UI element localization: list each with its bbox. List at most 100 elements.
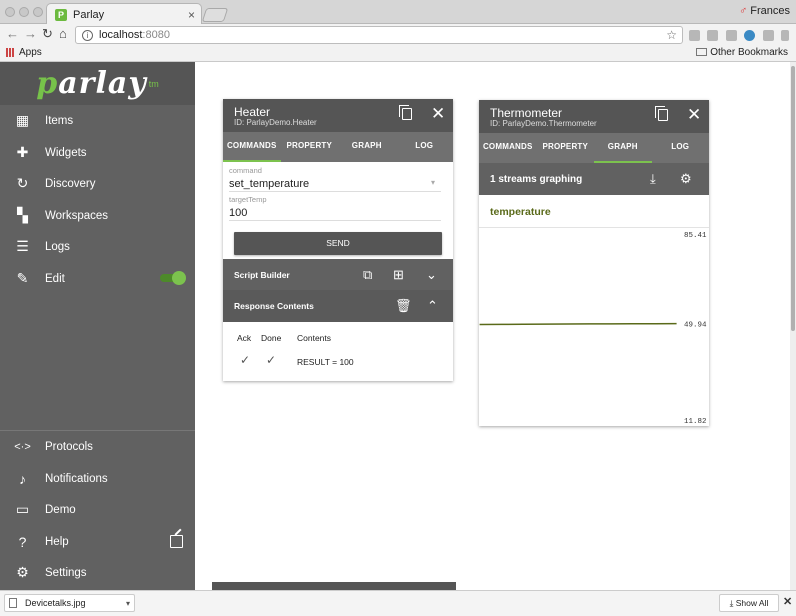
- target-temp-label: targetTemp: [229, 195, 267, 204]
- code-arrows-icon: <·>: [14, 440, 31, 453]
- sidebar-item-workspaces[interactable]: ▚ Workspaces: [0, 200, 195, 231]
- tab-commands[interactable]: COMMANDS: [223, 132, 281, 162]
- trash-icon[interactable]: 🗑: [395, 298, 412, 314]
- thermometer-id: ID: ParlayDemo.Thermometer: [490, 119, 597, 128]
- tab-close-icon[interactable]: ×: [188, 8, 195, 22]
- reload-icon[interactable]: ↻: [42, 26, 53, 42]
- command-value: set_temperature: [229, 178, 310, 190]
- toggle-knob: [172, 271, 186, 285]
- close-icon[interactable]: ✕: [431, 104, 445, 124]
- dashboard-icon: ▚: [17, 207, 28, 223]
- tab-log[interactable]: LOG: [652, 133, 710, 163]
- y-tick-label: 85.41: [684, 232, 707, 240]
- gear-icon[interactable]: ⚙: [680, 171, 692, 187]
- close-icon[interactable]: ✕: [783, 595, 792, 608]
- copy-icon[interactable]: [399, 105, 412, 120]
- copy-icon[interactable]: [655, 106, 668, 121]
- thermometer-widget: Thermometer ID: ParlayDemo.Thermometer ✕…: [479, 100, 709, 426]
- response-contents-label: Response Contents: [234, 301, 314, 311]
- heater-widget: Heater ID: ParlayDemo.Heater ✕ COMMANDS …: [223, 99, 453, 381]
- sidebar-item-settings[interactable]: ⚙ Settings: [0, 557, 195, 588]
- scrollbar-thumb[interactable]: [791, 66, 795, 331]
- forward-arrow-icon[interactable]: →: [24, 26, 37, 41]
- sidebar-item-demo[interactable]: ▭ Demo: [0, 494, 195, 525]
- tab-property[interactable]: PROPERTY: [537, 133, 595, 163]
- info-icon[interactable]: i: [82, 29, 93, 41]
- tab-commands[interactable]: COMMANDS: [479, 133, 537, 163]
- command-label: command: [229, 166, 262, 175]
- list-icon: ☰: [16, 238, 29, 254]
- browser-tab[interactable]: P Parlay ×: [46, 3, 202, 25]
- edit-toggle[interactable]: [160, 271, 186, 285]
- bookmark-star-icon[interactable]: ☆: [666, 28, 677, 42]
- response-contents-bar[interactable]: Response Contents 🗑 ⌃: [223, 290, 453, 322]
- column-contents: Contents: [297, 333, 332, 343]
- back-arrow-icon[interactable]: ←: [6, 26, 19, 41]
- cast-icon[interactable]: [689, 30, 700, 41]
- file-icon: [9, 598, 17, 608]
- extension-icon[interactable]: [763, 30, 774, 41]
- response-contents-value: RESULT = 100: [297, 357, 354, 367]
- copy-icon[interactable]: ⧉: [363, 267, 372, 283]
- y-tick-label: 11.82: [684, 418, 706, 426]
- tab-graph[interactable]: GRAPH: [338, 132, 396, 162]
- tab-property[interactable]: PROPERTY: [281, 132, 339, 162]
- heater-tabs: COMMANDS PROPERTY GRAPH LOG: [223, 132, 453, 162]
- sidebar-item-notifications[interactable]: ♪ Notifications: [0, 463, 195, 494]
- apps-label: Apps: [19, 47, 42, 58]
- temperature-chart: 85.41 49.94 11.82: [479, 227, 709, 426]
- page-scrollbar[interactable]: [790, 62, 796, 590]
- refresh-icon: ↻: [16, 175, 29, 191]
- dropdown-caret-icon: ▾: [430, 178, 435, 187]
- command-select[interactable]: command set_temperature ▾: [229, 166, 441, 192]
- parlay-favicon-icon: P: [55, 8, 67, 21]
- download-icon[interactable]: ⤓: [650, 171, 656, 187]
- sidebar-item-discovery[interactable]: ↻ Discovery: [0, 168, 195, 199]
- sidebar-item-logs[interactable]: ☰ Logs: [0, 231, 195, 262]
- heater-title: Heater: [234, 105, 271, 119]
- sidebar-item-protocols[interactable]: <·> Protocols: [0, 431, 195, 462]
- chevron-up-icon[interactable]: ⌃: [427, 298, 438, 314]
- close-icon[interactable]: ✕: [687, 105, 701, 125]
- next-widget-header: [212, 582, 456, 590]
- script-builder-bar[interactable]: Script Builder ⧉ ⊞ ⌄: [223, 259, 453, 291]
- chevron-down-icon[interactable]: ▾: [126, 599, 130, 608]
- column-ack: Ack: [237, 333, 252, 343]
- streams-bar: 1 streams graphing ⤓ ⚙: [479, 163, 709, 195]
- sidebar-item-help[interactable]: ? Help: [0, 526, 195, 557]
- target-temp-field[interactable]: targetTemp 100: [229, 195, 441, 221]
- tab-graph[interactable]: GRAPH: [594, 133, 652, 163]
- profile-icon: ♂: [739, 5, 748, 17]
- profile-name: Frances: [750, 5, 790, 17]
- extension-icon[interactable]: [726, 30, 737, 41]
- menu-icon[interactable]: [781, 30, 789, 41]
- add-box-icon[interactable]: ⊞: [393, 267, 404, 283]
- heater-header: Heater ID: ParlayDemo.Heater ✕: [223, 99, 453, 132]
- extension-icon[interactable]: [707, 30, 718, 41]
- new-tab-button[interactable]: [201, 8, 229, 22]
- thermometer-title: Thermometer: [490, 106, 563, 120]
- puzzle-icon: ✚: [16, 144, 29, 160]
- stream-label: temperature: [490, 206, 551, 218]
- pencil-icon: ✎: [16, 270, 29, 286]
- sidebar-item-items[interactable]: ▦ Items: [0, 105, 195, 136]
- window-zoom-button[interactable]: [33, 7, 43, 17]
- external-link-icon[interactable]: [170, 535, 183, 548]
- other-bookmarks[interactable]: Other Bookmarks: [696, 47, 788, 58]
- show-all-button[interactable]: ⤓ Show All: [719, 594, 779, 612]
- home-icon[interactable]: ⌂: [59, 26, 67, 41]
- send-button[interactable]: SEND: [234, 232, 442, 255]
- window-minimize-button[interactable]: [19, 7, 29, 17]
- sidebar-item-widgets[interactable]: ✚ Widgets: [0, 137, 195, 168]
- address-bar[interactable]: i localhost:8080 ☆: [75, 26, 683, 44]
- script-builder-label: Script Builder: [234, 270, 290, 280]
- apps-bookmark[interactable]: Apps: [6, 47, 42, 58]
- temperature-series-line: [479, 322, 677, 326]
- window-close-button[interactable]: [5, 7, 15, 17]
- extension-icon[interactable]: [744, 30, 755, 41]
- y-tick-label: 49.94: [684, 322, 707, 330]
- tab-log[interactable]: LOG: [396, 132, 454, 162]
- profile-button[interactable]: ♂ Frances: [739, 5, 790, 17]
- chevron-down-icon[interactable]: ⌄: [426, 267, 437, 283]
- download-item[interactable]: Devicetalks.jpg ▾: [4, 594, 135, 612]
